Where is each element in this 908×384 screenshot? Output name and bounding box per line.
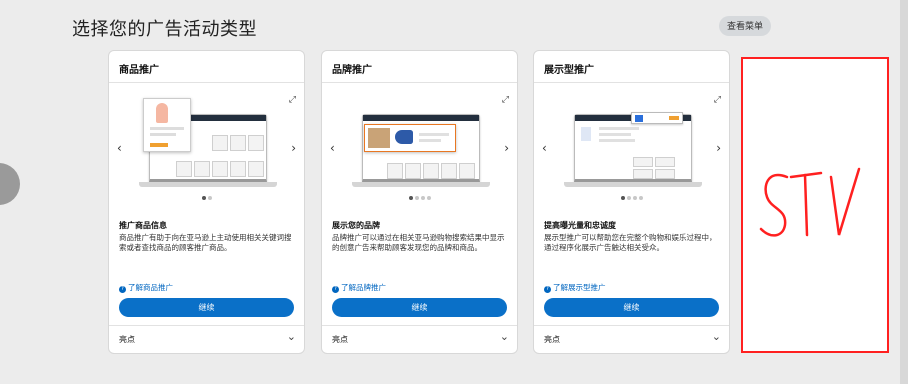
annotation-box: [741, 57, 889, 353]
preview-image: [131, 96, 284, 192]
learn-more-link[interactable]: ? 了解商品推广: [119, 282, 173, 293]
chevron-down-icon[interactable]: ⌄: [500, 330, 509, 343]
campaign-card-sponsored-display: 展示型推广 ⤢ ‹ › 提高曝光量和忠诚度 展示型推广可以帮助您在完整个购物和娱…: [533, 50, 730, 354]
highlights-label: 亮点: [119, 335, 135, 344]
learn-more-link[interactable]: ? 了解品牌推广: [332, 282, 386, 293]
card-title: 展示型推广: [544, 65, 594, 76]
divider: [534, 82, 729, 83]
card-description: 展示型推广可以帮助您在完整个购物和娱乐过程中，通过程序化展示广告触达相关受众。: [544, 233, 717, 252]
card-title: 品牌推广: [332, 65, 372, 76]
expand-icon[interactable]: ⤢: [289, 95, 296, 105]
card-description: 商品推广有助于向在亚马逊上主动使用相关关键词搜索或者查找商品的顾客推广商品。: [119, 233, 292, 252]
carousel-dots: [322, 196, 517, 200]
divider: [109, 325, 304, 326]
carousel-prev-icon[interactable]: ‹: [542, 141, 547, 155]
info-icon: ?: [332, 286, 339, 293]
carousel-prev-icon[interactable]: ‹: [117, 141, 122, 155]
highlights-label: 亮点: [544, 335, 560, 344]
compare-button[interactable]: 查看菜单: [719, 16, 772, 36]
carousel-dot[interactable]: [626, 196, 631, 200]
campaign-card-sponsored-products: 商品推广 ⤢ ‹ › 推广商品信息 商品推广有助于向在亚马逊上主动使用相关关键词…: [108, 50, 305, 354]
carousel-dot[interactable]: [207, 196, 212, 200]
chevron-down-icon[interactable]: ⌄: [287, 330, 296, 343]
expand-icon[interactable]: ⤢: [502, 95, 509, 105]
learn-more-link[interactable]: ? 了解展示型推广: [544, 282, 606, 293]
scroll-handle[interactable]: [0, 163, 20, 205]
continue-button[interactable]: 继续: [119, 298, 294, 317]
carousel-next-icon[interactable]: ›: [716, 141, 721, 155]
carousel-dot[interactable]: [638, 196, 643, 200]
highlights-label: 亮点: [332, 335, 348, 344]
card-subtitle: 提高曝光量和忠诚度: [544, 221, 616, 230]
laptop-mockup: [574, 114, 692, 182]
carousel-dot[interactable]: [420, 196, 425, 200]
continue-button[interactable]: 继续: [544, 298, 719, 317]
product-popup: [143, 98, 191, 152]
page: 选择您的广告活动类型 查看菜单 商品推广 ⤢ ‹ › 推广商品信息 商品推广有助…: [0, 0, 908, 384]
page-title: 选择您的广告活动类型: [72, 19, 257, 40]
learn-more-label: 了解展示型推广: [553, 283, 606, 292]
carousel-prev-icon[interactable]: ‹: [330, 141, 335, 155]
carousel-next-icon[interactable]: ›: [291, 141, 296, 155]
carousel-dots: [109, 196, 304, 200]
divider: [322, 82, 517, 83]
carousel-dot[interactable]: [408, 196, 413, 200]
preview-image: [556, 96, 709, 192]
info-icon: ?: [544, 286, 551, 293]
expand-icon[interactable]: ⤢: [714, 95, 721, 105]
scrollbar[interactable]: [900, 0, 908, 384]
card-subtitle: 展示您的品牌: [332, 221, 380, 230]
brand-banner: [364, 124, 456, 152]
divider: [534, 325, 729, 326]
card-description: 品牌推广可以通过在相关亚马逊购物搜索结果中显示的创意广告来帮助顾客发现您的品牌和…: [332, 233, 505, 252]
card-title: 商品推广: [119, 65, 159, 76]
info-icon: ?: [119, 286, 126, 293]
carousel-dot[interactable]: [426, 196, 431, 200]
carousel-dot[interactable]: [201, 196, 206, 200]
display-ad: [631, 112, 683, 124]
divider: [109, 82, 304, 83]
divider: [322, 325, 517, 326]
carousel-dot[interactable]: [620, 196, 625, 200]
carousel-next-icon[interactable]: ›: [504, 141, 509, 155]
carousel-dot[interactable]: [632, 196, 637, 200]
preview-image: [344, 96, 497, 192]
chevron-down-icon[interactable]: ⌄: [712, 330, 721, 343]
carousel-dot[interactable]: [414, 196, 419, 200]
continue-button[interactable]: 继续: [332, 298, 507, 317]
learn-more-label: 了解商品推广: [128, 283, 173, 292]
carousel-dots: [534, 196, 729, 200]
campaign-card-sponsored-brands: 品牌推广 ⤢ ‹ › 展示您的品牌 品牌推广可以通过在相关亚马逊购物搜索结果中显…: [321, 50, 518, 354]
card-subtitle: 推广商品信息: [119, 221, 167, 230]
learn-more-label: 了解品牌推广: [341, 283, 386, 292]
handwritten-annotation: [759, 167, 861, 237]
